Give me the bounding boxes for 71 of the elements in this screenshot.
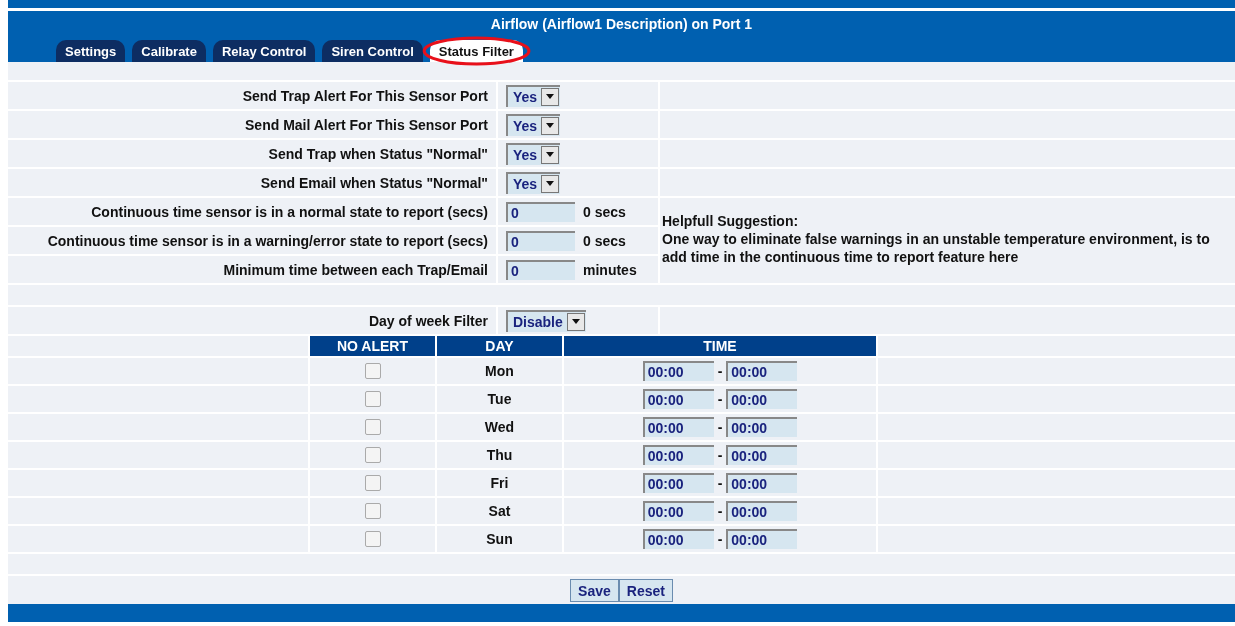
form-button[interactable]: Save [570,579,619,602]
input-field[interactable]: 0 [506,259,575,280]
dropdown-caret-icon[interactable] [541,116,560,135]
dropdown-select[interactable]: Yes [506,113,561,136]
day-cell: Wed [437,414,562,440]
time-field[interactable]: 00:00 [642,529,714,549]
day-cell: Fri [437,470,562,496]
tab[interactable]: Siren Control [322,40,423,62]
field-label: Send Trap when Status "Normal" [8,140,496,167]
dropdown-caret-icon[interactable] [541,174,560,193]
field-label: Send Trap Alert For This Sensor Port [8,82,496,109]
dash-label: - [717,503,723,519]
time-field[interactable]: 00:00 [642,417,714,437]
time-field[interactable]: 00:00 [726,417,798,437]
field-label: Send Email when Status "Normal" [8,169,496,196]
field-label: Day of week Filter [8,307,496,334]
unit-label: 0 secs [583,232,626,249]
time-field[interactable]: 00:00 [726,529,798,549]
checkbox[interactable] [364,475,381,491]
checkbox[interactable] [364,391,381,407]
dash-label: - [717,363,723,379]
dropdown-caret-icon[interactable] [566,312,585,331]
dash-label: - [717,419,723,435]
input-field[interactable]: 0 [506,201,575,222]
dropdown-select[interactable]: Disable [506,309,586,332]
dropdown-select[interactable]: Yes [506,171,561,194]
checkbox[interactable] [364,503,381,519]
checkbox[interactable] [364,447,381,463]
field-label: Continuous time sensor is in a normal state to report (secs) [8,198,496,225]
suggestion-text: One way to eliminate false warnings in an unstable temperature environment, is to add time in the continuous time to report feature here [662,230,1211,266]
dropdown-select[interactable]: Yes [506,142,561,165]
form-button[interactable]: Reset [618,579,673,602]
time-field[interactable]: 00:00 [642,361,714,381]
day-cell: Thu [437,442,562,468]
checkbox[interactable] [364,419,381,435]
dropdown-caret-icon[interactable] [541,87,560,106]
tab[interactable]: Calibrate [132,40,206,62]
day-cell: Tue [437,386,562,412]
column-header: TIME [564,336,876,356]
time-field[interactable]: 00:00 [726,361,798,381]
time-field[interactable]: 00:00 [726,389,798,409]
field-label: Continuous time sensor is in a warning/error state to report (secs) [8,227,496,254]
time-field[interactable]: 00:00 [726,501,798,521]
unit-label: minutes [583,261,637,278]
day-cell: Sun [437,526,562,552]
time-field[interactable]: 00:00 [642,445,714,465]
tab[interactable]: Relay Control [212,40,316,62]
time-field[interactable]: 00:00 [726,473,798,493]
column-header: NO ALERT [310,336,435,356]
page-title: Airflow (Airflow1 Description) on Port 1 [490,15,753,34]
time-field[interactable]: 00:00 [642,501,714,521]
dash-label: - [717,531,723,547]
dash-label: - [717,475,723,491]
field-label: Send Mail Alert For This Sensor Port [8,111,496,138]
field-label: Minimum time between each Trap/Email [8,256,496,283]
tab[interactable]: Settings [56,40,126,62]
unit-label: 0 secs [583,203,626,220]
time-field[interactable]: 00:00 [642,473,714,493]
time-field[interactable]: 00:00 [642,389,714,409]
dropdown-caret-icon[interactable] [541,145,560,164]
column-header: DAY [437,336,562,356]
input-field[interactable]: 0 [506,230,575,251]
dash-label: - [717,447,723,463]
dash-label: - [717,391,723,407]
suggestion-title: Helpfull Suggestion: [662,212,800,230]
day-cell: Sat [437,498,562,524]
dropdown-select[interactable]: Yes [506,84,561,107]
checkbox[interactable] [364,363,381,379]
day-cell: Mon [437,358,562,384]
checkbox[interactable] [364,531,381,547]
time-field[interactable]: 00:00 [726,445,798,465]
